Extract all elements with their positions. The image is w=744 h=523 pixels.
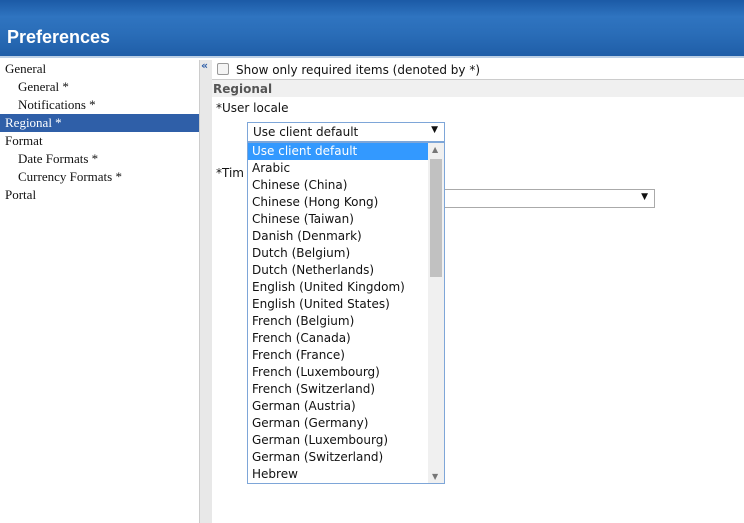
sidebar-item[interactable]: Format	[0, 132, 199, 150]
dropdown-option[interactable]: Dutch (Netherlands)	[248, 262, 428, 279]
sidebar-item[interactable]: Date Formats *	[0, 150, 199, 168]
dropdown-option[interactable]: English (United Kingdom)	[248, 279, 428, 296]
header: Preferences	[0, 0, 744, 58]
section-header: Regional	[212, 79, 744, 97]
dropdown-option[interactable]: German (Austria)	[248, 398, 428, 415]
sidebar-item[interactable]: Portal	[0, 186, 199, 204]
user-locale-value: Use client default	[253, 125, 359, 139]
dropdown-option[interactable]: French (Belgium)	[248, 313, 428, 330]
scrollbar-thumb[interactable]	[430, 159, 442, 277]
locale-dropdown-list[interactable]: Use client default Arabic Chinese (China) C…	[247, 142, 445, 484]
dropdown-option[interactable]: German (Switzerland)	[248, 449, 428, 466]
scroll-down-icon[interactable]: ▼	[432, 472, 438, 481]
dropdown-option[interactable]: English (United States)	[248, 296, 428, 313]
scrollbar[interactable]: ▲ ▼	[428, 143, 444, 483]
user-locale-select[interactable]: Use client default ▼	[247, 122, 445, 142]
page-title: Preferences	[7, 27, 111, 47]
dropdown-option[interactable]: Chinese (China)	[248, 177, 428, 194]
dropdown-option[interactable]: Hebrew	[248, 466, 428, 483]
sidebar-item[interactable]: Currency Formats *	[0, 168, 199, 186]
collapse-icon[interactable]: «	[201, 59, 208, 72]
dropdown-option[interactable]: Use client default	[248, 143, 428, 160]
chevron-down-icon: ▼	[431, 125, 438, 135]
dropdown-option[interactable]: Arabic	[248, 160, 428, 177]
dropdown-option[interactable]: French (Switzerland)	[248, 381, 428, 398]
sidebar-item[interactable]: Notifications *	[0, 96, 199, 114]
dropdown-option[interactable]: French (Canada)	[248, 330, 428, 347]
collapse-strip[interactable]: «	[199, 59, 212, 523]
dropdown-option[interactable]: Chinese (Hong Kong)	[248, 194, 428, 211]
dropdown-option[interactable]: German (Germany)	[248, 415, 428, 432]
dropdown-option[interactable]: Dutch (Belgium)	[248, 245, 428, 262]
dropdown-option[interactable]: French (Luxembourg)	[248, 364, 428, 381]
scroll-up-icon[interactable]: ▲	[432, 145, 438, 154]
required-only-label[interactable]: Show only required items (denoted by *)	[236, 63, 480, 77]
dropdown-option[interactable]: Chinese (Taiwan)	[248, 211, 428, 228]
chevron-down-icon: ▼	[641, 192, 648, 202]
sidebar: General General * Notifications * Regional …	[0, 60, 199, 523]
user-locale-label: *User locale	[216, 101, 289, 115]
required-only-checkbox[interactable]	[217, 63, 229, 75]
sidebar-item[interactable]: Regional *	[0, 114, 199, 132]
timezone-label: *Tim	[216, 166, 244, 180]
dropdown-option[interactable]: Danish (Denmark)	[248, 228, 428, 245]
dropdown-option[interactable]: German (Luxembourg)	[248, 432, 428, 449]
dropdown-option[interactable]: French (France)	[248, 347, 428, 364]
sidebar-item[interactable]: General *	[0, 78, 199, 96]
sidebar-item[interactable]: General	[0, 60, 199, 78]
